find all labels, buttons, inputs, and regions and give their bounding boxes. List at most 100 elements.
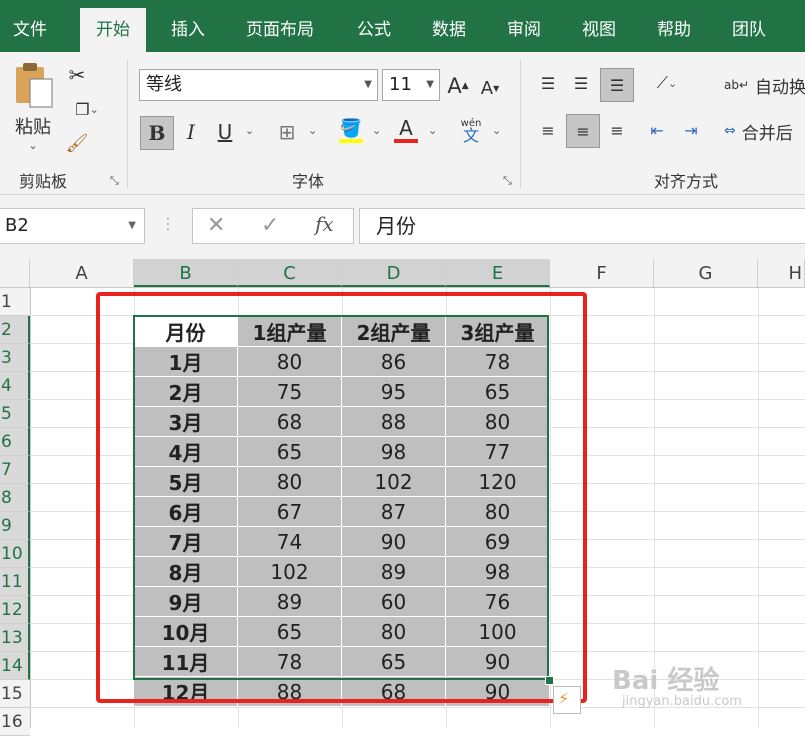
row-header[interactable]: 6 (0, 428, 30, 456)
row-header[interactable]: 4 (0, 372, 30, 400)
enter-icon[interactable]: ✓ (261, 213, 279, 238)
font-color-icon: A (399, 116, 413, 140)
tab-team[interactable]: 团队 (732, 0, 766, 52)
row-header[interactable]: 12 (0, 596, 30, 624)
ribbon-tab-bar: 文件 开始 插入 页面布局 公式 数据 审阅 视图 帮助 团队 (0, 0, 805, 52)
align-middle-icon[interactable]: ☰ (567, 70, 595, 96)
column-header[interactable]: D (342, 259, 446, 287)
row-header[interactable]: 15 (0, 680, 30, 708)
chevron-down-icon: ▼ (364, 79, 372, 90)
name-box[interactable]: B2 ▼ (0, 208, 145, 244)
tab-home[interactable]: 开始 (80, 8, 146, 52)
merge-label: 合并后 (741, 123, 793, 144)
dialog-launcher-icon[interactable]: ⤡ (503, 174, 512, 188)
row-header[interactable]: 10 (0, 540, 30, 568)
fill-bucket-icon: 🪣 (339, 117, 363, 139)
column-header[interactable]: C (238, 259, 342, 287)
select-all-corner[interactable] (0, 259, 30, 287)
formula-buttons: ✕ ✓ fx (192, 208, 354, 244)
row-header[interactable]: 7 (0, 456, 30, 484)
font-name-combo[interactable]: 等线 ▼ (139, 69, 378, 101)
bold-button[interactable]: B (140, 116, 174, 150)
decrease-indent-icon[interactable]: ⇤ (643, 116, 671, 144)
tab-data[interactable]: 数据 (432, 0, 466, 52)
wrap-text-icon: ab↵ (724, 78, 750, 92)
paste-icon (16, 62, 53, 107)
cancel-icon[interactable]: ✕ (207, 213, 225, 238)
column-header[interactable]: H (758, 259, 805, 287)
paste-button[interactable]: 粘贴 ⌄ (8, 60, 58, 152)
italic-button[interactable]: I (178, 116, 204, 148)
chevron-down-icon[interactable]: ⌄ (492, 124, 501, 137)
font-size-combo[interactable]: 11 ▼ (382, 69, 440, 101)
insert-function-icon[interactable]: fx (315, 212, 334, 236)
align-right-icon[interactable]: ≡ (603, 116, 631, 144)
row-header[interactable]: 14 (0, 652, 30, 680)
row-header[interactable]: 2 (0, 316, 30, 344)
group-separator (127, 60, 128, 188)
row-header[interactable]: 16 (0, 708, 30, 736)
font-size-value: 11 (389, 74, 412, 95)
orientation-button[interactable]: ⟋ ⌄ (645, 70, 689, 96)
tab-help[interactable]: 帮助 (657, 0, 691, 52)
font-group-label: 字体 (292, 172, 325, 191)
row-header[interactable]: 13 (0, 624, 30, 652)
merge-center-button[interactable]: ⇔ 合并后 (724, 118, 805, 144)
copy-button[interactable]: ❐ ⌄ (64, 96, 110, 122)
grow-font-icon[interactable]: A ▲ (446, 74, 470, 98)
column-header[interactable]: F (550, 259, 654, 287)
tab-view[interactable]: 视图 (582, 0, 616, 52)
quick-analysis-button[interactable]: ⚡ (553, 686, 581, 714)
row-header[interactable]: 8 (0, 484, 30, 512)
copy-icon: ❐ (75, 99, 90, 119)
merge-icon: ⇔ (724, 123, 736, 139)
column-headers: A B C D E F G H (0, 259, 805, 288)
shrink-font-icon[interactable]: A ▼ (478, 76, 502, 100)
tab-insert[interactable]: 插入 (171, 0, 205, 52)
annotation-highlight-box (96, 292, 587, 703)
formula-input[interactable]: 月份 (359, 208, 805, 244)
row-header[interactable]: 5 (0, 400, 30, 428)
row-header[interactable]: 11 (0, 568, 30, 596)
chevron-down-icon[interactable]: ⌄ (308, 124, 317, 137)
clipboard-group-label: 剪贴板 (19, 172, 68, 191)
orientation-icon: ⟋ (656, 73, 668, 92)
phonetic-bottom: 文 (462, 126, 479, 145)
row-header[interactable]: 1 (0, 288, 30, 316)
tab-formulas[interactable]: 公式 (357, 0, 391, 52)
row-header[interactable]: 3 (0, 344, 30, 372)
chevron-down-icon[interactable]: ⌄ (245, 124, 254, 137)
chevron-down-icon[interactable]: ⌄ (428, 124, 437, 137)
font-name-value: 等线 (146, 74, 182, 95)
dialog-launcher-icon[interactable]: ⤡ (110, 174, 119, 188)
column-header[interactable]: G (654, 259, 758, 287)
underline-button[interactable]: U (212, 116, 238, 148)
cut-icon[interactable]: ✂ (64, 62, 90, 88)
increase-indent-icon[interactable]: ⇥ (677, 116, 705, 144)
format-painter-icon[interactable]: 🖌 (64, 130, 90, 156)
tab-page-layout[interactable]: 页面布局 (246, 0, 314, 52)
tab-review[interactable]: 审阅 (507, 0, 541, 52)
fill-handle[interactable] (545, 676, 554, 685)
wrap-text-button[interactable]: ab↵ 自动换 (724, 72, 805, 98)
fill-color-button[interactable]: 🪣 (337, 114, 365, 146)
align-top-icon[interactable]: ☰ (534, 70, 562, 96)
align-left-icon[interactable]: ≡ (534, 116, 562, 144)
font-color-button[interactable]: A (392, 114, 420, 146)
chevron-down-icon: ▼ (426, 79, 434, 90)
chevron-down-icon: ⌄ (28, 138, 38, 152)
align-center-icon[interactable]: ≡ (566, 114, 600, 148)
chevron-down-icon[interactable]: ⌄ (372, 124, 381, 137)
column-header[interactable]: E (446, 259, 550, 287)
paste-label: 粘贴 (15, 116, 51, 138)
column-header[interactable]: B (134, 259, 238, 287)
tab-file[interactable]: 文件 (13, 0, 47, 52)
row-header[interactable]: 9 (0, 512, 30, 540)
borders-icon[interactable]: ⊞ (274, 118, 300, 146)
chevron-down-icon[interactable]: ▼ (128, 209, 136, 243)
watermark-url: jingyan.baidu.com (622, 694, 742, 709)
align-bottom-icon[interactable]: ☰ (600, 68, 634, 102)
phonetic-guide-button[interactable]: wén 文 (456, 114, 486, 146)
vertical-dots-icon: ⋮ (160, 214, 176, 233)
column-header[interactable]: A (30, 259, 134, 287)
